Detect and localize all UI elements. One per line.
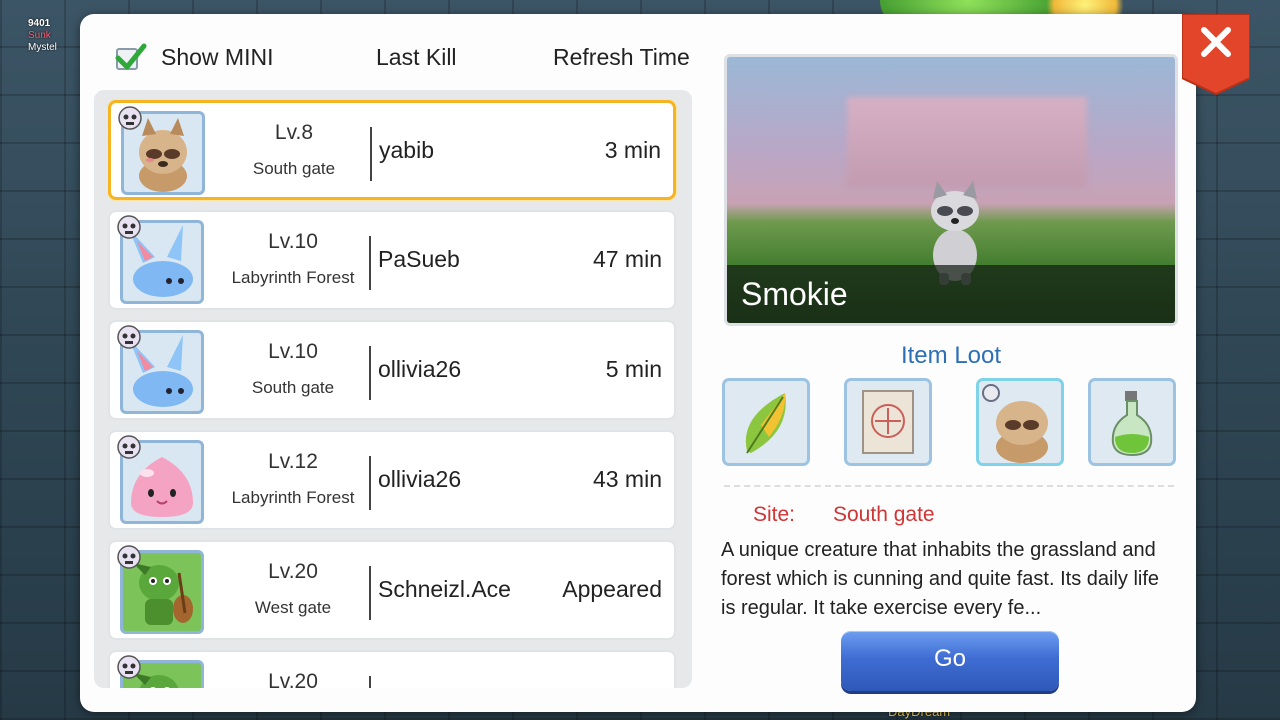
refresh-time-header: Refresh Time: [553, 44, 690, 70]
player-name: Sunk: [28, 30, 51, 41]
skull-mvp-icon: [117, 545, 141, 569]
mvp-site: South gate: [252, 159, 336, 178]
potion-bottle-icon[interactable]: [1088, 378, 1176, 466]
mvp-row-lunatic[interactable]: Lv.10 South gate ollivia26 5 min: [108, 320, 676, 420]
last-killer: Schneizl.Ace: [378, 576, 511, 602]
show-mini-label[interactable]: Show MINI: [161, 44, 273, 71]
row-divider: [369, 456, 371, 510]
refresh-time: 3 min: [604, 137, 661, 163]
row-divider: [369, 676, 371, 688]
blurred-castle-wall: [847, 97, 1087, 187]
mvp-list[interactable]: Lv.8 South gate yabib 3 min Lv.10 Labyri…: [94, 90, 692, 688]
skull-mvp-icon: [117, 215, 141, 239]
leaf-icon[interactable]: [722, 378, 810, 466]
mvp-level: Lv.10: [268, 340, 318, 363]
mvp-row-rocker[interactable]: Lv.20 West gate Schneizl.Ace Appeared: [108, 540, 676, 640]
mvp-row-poring[interactable]: Lv.12 Labyrinth Forest ollivia26 43 min: [108, 430, 676, 530]
section-divider: [724, 485, 1174, 487]
last-killer: PaSueb: [378, 246, 460, 272]
monster-preview: Smokie: [724, 54, 1178, 326]
mvp-site: Labyrinth Forest: [231, 488, 355, 507]
mvp-level: Lv.8: [274, 121, 314, 144]
refresh-time: 5 min: [605, 356, 662, 382]
row-divider: [369, 346, 371, 400]
mvp-panel: Show MINI Last Kill Refresh Time Lv.8 So…: [80, 14, 1250, 712]
last-killer: yabib: [379, 137, 434, 163]
row-divider: [370, 127, 372, 181]
row-divider: [369, 236, 371, 290]
show-mini-checkbox[interactable]: [115, 43, 147, 70]
go-button[interactable]: Go: [841, 631, 1059, 691]
checkmark-icon: [115, 43, 147, 70]
mvp-row-smokie[interactable]: Lv.8 South gate yabib 3 min: [108, 100, 676, 200]
refresh-time: 43 min: [592, 466, 662, 492]
mvp-site: South gate: [251, 378, 335, 397]
player-hp: 9401: [28, 18, 51, 29]
skull-mvp-icon: [117, 325, 141, 349]
skull-mvp-icon: [117, 435, 141, 459]
last-killer: ollivia26: [378, 466, 462, 492]
monster-name-bar: Smokie: [727, 265, 1175, 323]
skull-mvp-icon: [118, 106, 142, 130]
mvp-level: Lv.12: [268, 450, 318, 473]
site-value: South gate: [833, 503, 935, 526]
mvp-level: Lv.20: [268, 670, 318, 688]
item-loot-title: Item Loot: [900, 342, 1002, 369]
mvp-site: West gate: [254, 598, 332, 617]
player-hud: 9401 Sunk Mystel: [28, 18, 57, 54]
scroll-map-icon[interactable]: [844, 378, 932, 466]
refresh-time: Appeared: [562, 576, 662, 602]
monster-description: A unique creature that inhabits the gras…: [721, 539, 1160, 619]
smokie-card-icon[interactable]: [976, 378, 1064, 466]
mvp-row-lunatic[interactable]: Lv.10 Labyrinth Forest PaSueb 47 min: [108, 210, 676, 310]
site-label: Site:: [753, 503, 796, 526]
mvp-level: Lv.20: [268, 560, 318, 583]
list-header: Show MINI Last Kill Refresh Time: [80, 14, 710, 98]
skull-mvp-icon: [117, 655, 141, 679]
mvp-site: Labyrinth Forest: [231, 268, 355, 287]
row-divider: [369, 566, 371, 620]
close-icon[interactable]: [1182, 14, 1250, 98]
last-killer: ollivia26: [378, 356, 462, 382]
monster-name: Smokie: [741, 276, 848, 312]
mvp-level: Lv.10: [268, 230, 318, 253]
refresh-time: 47 min: [592, 246, 662, 272]
player-guild: Mystel: [28, 42, 57, 53]
mvp-row-rocker[interactable]: Lv.20: [108, 650, 676, 688]
last-kill-header: Last Kill: [376, 44, 457, 70]
